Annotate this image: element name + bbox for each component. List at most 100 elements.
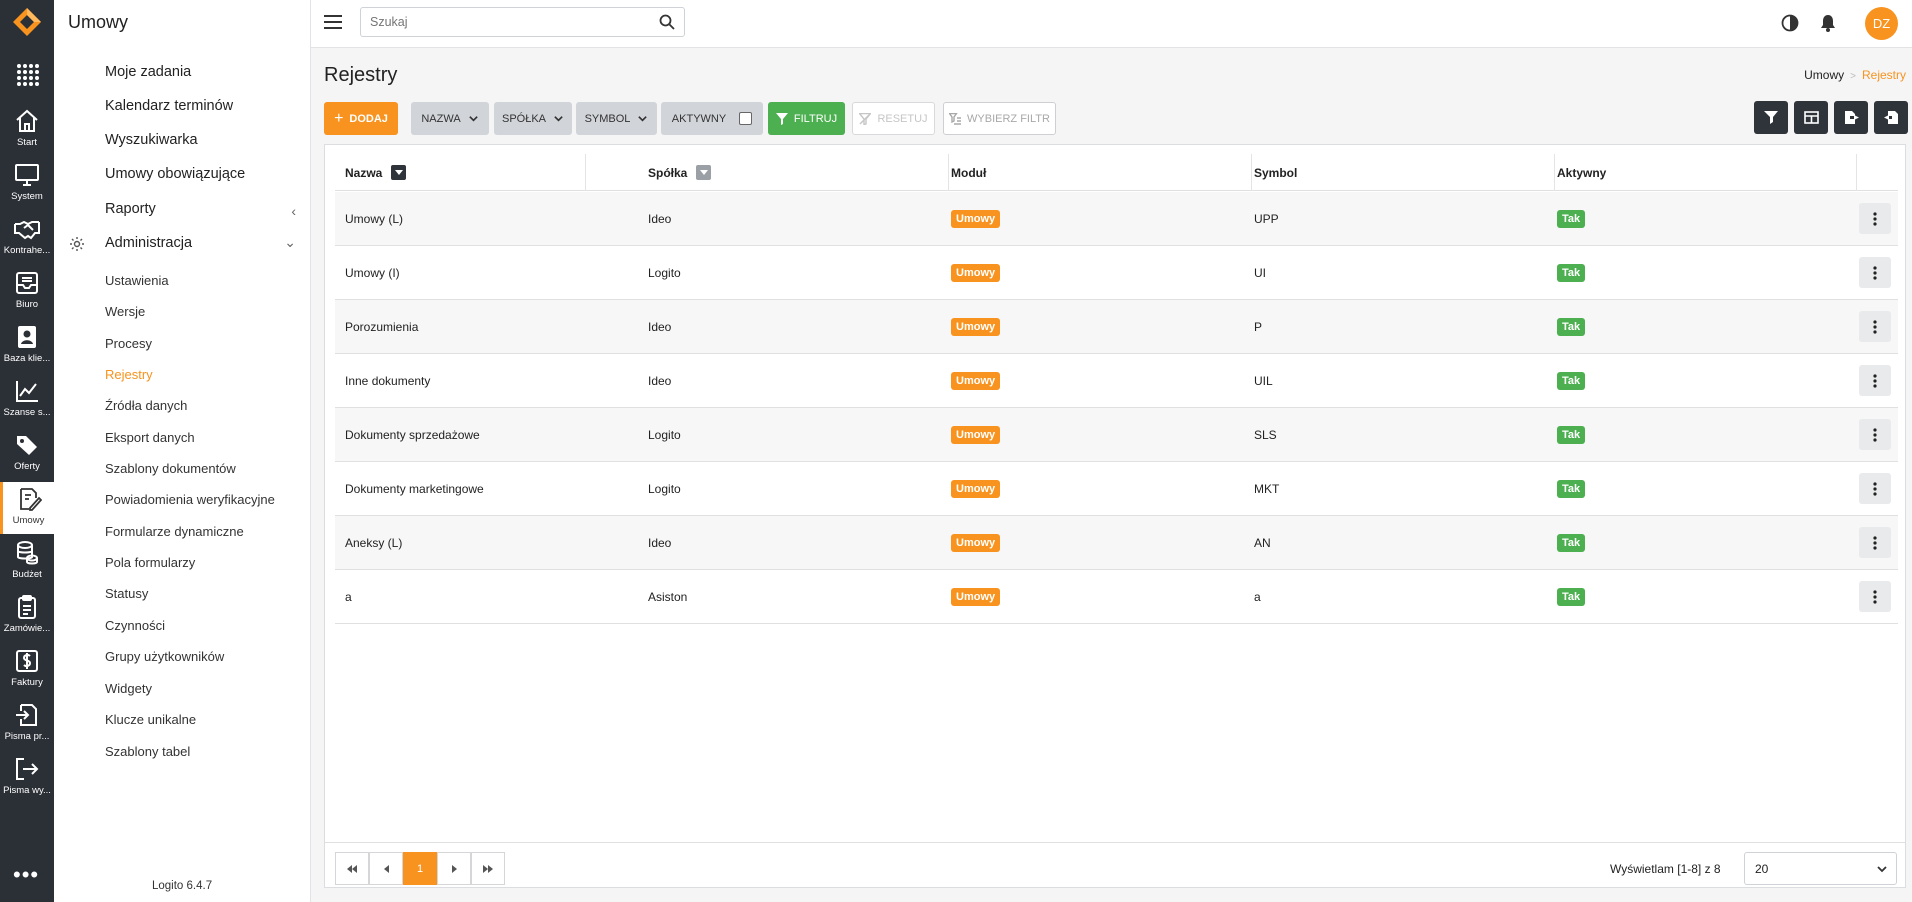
submenu-wersje[interactable]: Wersje [105,304,145,319]
submenu-statusy[interactable]: Statusy [105,586,148,601]
row-actions-button[interactable] [1859,473,1891,504]
table-row[interactable]: Umowy (I) Logito Umowy UI Tak [335,246,1898,300]
last-page-button[interactable] [471,852,505,885]
menu-item-kalendarz[interactable]: Kalendarz terminów [105,98,233,114]
search-input[interactable] [361,8,641,36]
rail-item-oferty[interactable]: Oferty [0,428,54,480]
search-box [360,7,685,37]
rail-item-baza-klientow[interactable]: Baza klie... [0,320,54,372]
prev-page-button[interactable] [369,852,403,885]
column-header-nazwa[interactable]: Nazwa [345,154,407,191]
rail-item-budzet[interactable]: Budżet [0,536,54,588]
rail-item-umowy[interactable]: Umowy [0,482,54,534]
submenu-czynnosci[interactable]: Czynności [105,618,165,633]
table-row[interactable]: Inne dokumenty Ideo Umowy UIL Tak [335,354,1898,408]
import-button[interactable] [1874,101,1908,134]
row-actions-button[interactable] [1859,203,1891,234]
cell-nazwa: a [345,590,352,604]
menu-item-moje-zadania[interactable]: Moje zadania [105,64,191,80]
rail-item-biuro[interactable]: Biuro [0,266,54,318]
sort-desc-icon[interactable] [391,165,407,180]
contrast-icon[interactable] [1781,14,1799,32]
export-button[interactable] [1834,101,1868,134]
table-row[interactable]: Aneksy (L) Ideo Umowy AN Tak [335,516,1898,570]
column-header-modul[interactable]: Moduł [951,154,986,191]
row-actions-button[interactable] [1859,311,1891,342]
menu-item-administracja[interactable]: Administracja [105,235,192,251]
rail-label: Oferty [14,461,40,472]
column-header-symbol[interactable]: Symbol [1254,154,1297,191]
filter-button[interactable]: FILTRUJ [768,102,845,135]
table-row[interactable]: Porozumienia Ideo Umowy P Tak [335,300,1898,354]
menu-item-umowy-obowiazujace[interactable]: Umowy obowiązujące [105,166,245,182]
column-header-aktywny[interactable]: Aktywny [1557,154,1606,191]
table-row[interactable]: a Asiston Umowy a Tak [335,570,1898,624]
filter-nazwa-dropdown[interactable]: NAZWA [411,102,489,135]
rail-item-kontrahenci[interactable]: Kontrahe... [0,212,54,264]
cell-nazwa: Umowy (L) [345,212,404,226]
aktywny-checkbox[interactable] [739,112,753,125]
submenu-grupy-uzytkownikow[interactable]: Grupy użytkowników [105,649,224,664]
chevron-left-icon[interactable]: ‹ [291,203,296,219]
rail-item-system[interactable]: System [0,158,54,210]
add-button[interactable]: + DODAJ [324,102,398,135]
row-actions-button[interactable] [1859,581,1891,612]
submenu-formularze[interactable]: Formularze dynamiczne [105,524,244,539]
breadcrumb-item[interactable]: Umowy [1804,68,1844,82]
apps-grid-icon[interactable] [15,62,39,86]
page-button-current[interactable]: 1 [403,852,437,885]
kebab-menu-icon [1873,535,1877,550]
chevron-down-icon[interactable]: ⌄ [284,234,296,251]
rail-item-start[interactable]: Start [0,104,54,156]
table-row[interactable]: Umowy (L) Ideo Umowy UPP Tak [335,192,1898,246]
filter-spolka-dropdown[interactable]: SPÓŁKA [494,102,572,135]
rail-item-zamowienia[interactable]: Zamówie... [0,590,54,642]
rail-label: Kontrahe... [3,245,51,256]
submenu-rejestry[interactable]: Rejestry [105,367,153,382]
submenu-klucze-unikalne[interactable]: Klucze unikalne [105,712,196,727]
next-page-button[interactable] [437,852,471,885]
rail-item-szanse-sprzedazy[interactable]: Szanse s... [0,374,54,426]
first-page-button[interactable] [335,852,369,885]
rail-item-pisma-wychodzace[interactable]: Pisma wy... [0,752,54,804]
column-separator [948,154,949,191]
submenu-ustawienia[interactable]: Ustawienia [105,273,169,288]
rail-item-faktury[interactable]: Faktury [0,644,54,696]
column-header-spolka[interactable]: Spółka [648,154,712,191]
logito-logo-icon[interactable] [11,6,43,38]
row-actions-button[interactable] [1859,257,1891,288]
menu-item-wyszukiwarka[interactable]: Wyszukiwarka [105,132,198,148]
row-actions-button[interactable] [1859,419,1891,450]
reset-button[interactable]: RESETUJ [852,102,935,135]
more-dots-icon[interactable]: ••• [13,864,39,886]
search-icon[interactable] [659,14,675,30]
column-label: Spółka [648,165,688,180]
filter-symbol-dropdown[interactable]: SYMBOL [576,102,657,135]
rail-item-pisma-przychodzace[interactable]: Pisma pr... [0,698,54,750]
bell-icon[interactable] [1819,14,1837,32]
menu-item-raporty[interactable]: Raporty [105,201,156,217]
submenu-powiadomienia[interactable]: Powiadomienia weryfikacyjne [105,492,275,507]
choose-filter-button[interactable]: WYBIERZ FILTR [943,102,1056,135]
submenu-szablony-dokumentow[interactable]: Szablony dokumentów [105,461,236,476]
submenu-pola-formularzy[interactable]: Pola formularzy [105,555,195,570]
table-row[interactable]: Dokumenty marketingowe Logito Umowy MKT … [335,462,1898,516]
row-actions-button[interactable] [1859,365,1891,396]
filter-aktywny[interactable]: AKTYWNY [661,102,763,135]
column-separator [1251,154,1252,191]
cell-symbol: UIL [1254,374,1273,388]
user-avatar[interactable]: DZ [1865,7,1898,40]
submenu-eksport-danych[interactable]: Eksport danych [105,430,195,445]
filter-settings-button[interactable] [1754,101,1788,134]
submenu-zrodla-danych[interactable]: Źródła danych [105,398,187,413]
submenu-widgety[interactable]: Widgety [105,681,152,696]
submenu-procesy[interactable]: Procesy [105,336,152,351]
sort-icon[interactable] [696,165,712,180]
cell-spolka: Logito [648,428,681,442]
table-row[interactable]: Dokumenty sprzedażowe Logito Umowy SLS T… [335,408,1898,462]
page-size-select[interactable]: 20 [1744,852,1897,885]
submenu-szablony-tabel[interactable]: Szablony tabel [105,744,190,759]
row-actions-button[interactable] [1859,527,1891,558]
hamburger-menu-icon[interactable] [324,14,342,30]
columns-button[interactable] [1794,101,1828,134]
